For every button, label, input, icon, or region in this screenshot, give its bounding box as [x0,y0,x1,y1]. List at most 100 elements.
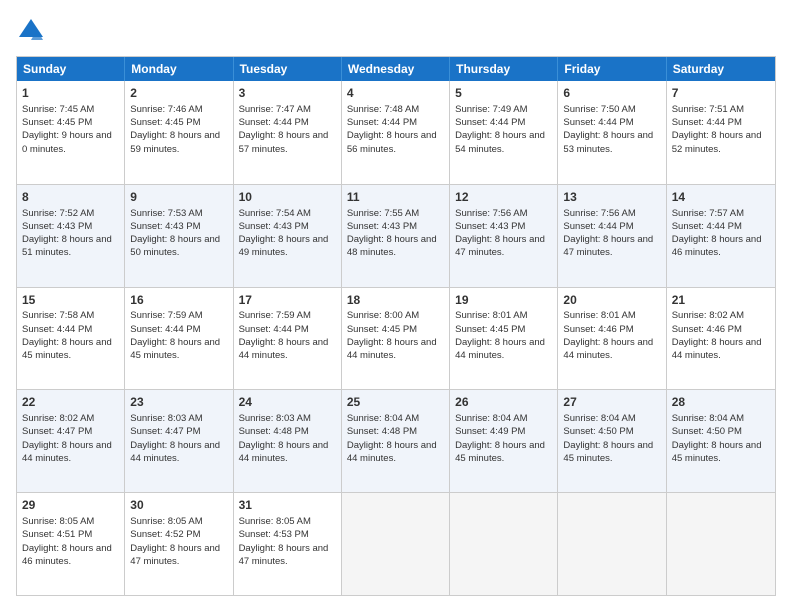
sunrise-label: Sunrise: 7:52 AM [22,208,94,219]
day-cell-30: 30 Sunrise: 8:05 AM Sunset: 4:52 PM Dayl… [125,493,233,595]
sunrise-label: Sunrise: 7:53 AM [130,208,202,219]
day-cell-18: 18 Sunrise: 8:00 AM Sunset: 4:45 PM Dayl… [342,288,450,390]
day-cell-1: 1 Sunrise: 7:45 AM Sunset: 4:45 PM Dayli… [17,81,125,184]
sunrise-label: Sunrise: 8:01 AM [455,310,527,321]
sunset-label: Sunset: 4:46 PM [563,324,633,335]
day-header-wednesday: Wednesday [342,57,450,81]
empty-cell [342,493,450,595]
sunrise-label: Sunrise: 7:56 AM [455,208,527,219]
sunrise-label: Sunrise: 7:49 AM [455,104,527,115]
empty-cell [450,493,558,595]
sunrise-label: Sunrise: 8:04 AM [455,413,527,424]
sunrise-label: Sunrise: 7:58 AM [22,310,94,321]
sunset-label: Sunset: 4:44 PM [563,221,633,232]
sunrise-label: Sunrise: 8:03 AM [130,413,202,424]
calendar-header: SundayMondayTuesdayWednesdayThursdayFrid… [17,57,775,81]
daylight-label: Daylight: 8 hours and 44 minutes. [22,440,112,464]
day-number: 4 [347,85,444,102]
day-number: 13 [563,189,660,206]
day-number: 10 [239,189,336,206]
sunset-label: Sunset: 4:50 PM [563,426,633,437]
day-header-saturday: Saturday [667,57,775,81]
sunset-label: Sunset: 4:44 PM [130,324,200,335]
sunset-label: Sunset: 4:43 PM [130,221,200,232]
day-header-thursday: Thursday [450,57,558,81]
daylight-label: Daylight: 8 hours and 44 minutes. [563,337,653,361]
day-number: 5 [455,85,552,102]
daylight-label: Daylight: 9 hours and 0 minutes. [22,130,112,154]
sunrise-label: Sunrise: 8:01 AM [563,310,635,321]
sunset-label: Sunset: 4:44 PM [22,324,92,335]
day-cell-25: 25 Sunrise: 8:04 AM Sunset: 4:48 PM Dayl… [342,390,450,492]
logo-icon [16,16,46,46]
daylight-label: Daylight: 8 hours and 44 minutes. [130,440,220,464]
day-number: 3 [239,85,336,102]
sunset-label: Sunset: 4:47 PM [130,426,200,437]
sunset-label: Sunset: 4:46 PM [672,324,742,335]
sunset-label: Sunset: 4:43 PM [239,221,309,232]
sunset-label: Sunset: 4:43 PM [347,221,417,232]
day-number: 2 [130,85,227,102]
day-header-sunday: Sunday [17,57,125,81]
day-header-friday: Friday [558,57,666,81]
sunset-label: Sunset: 4:47 PM [22,426,92,437]
day-header-tuesday: Tuesday [234,57,342,81]
sunset-label: Sunset: 4:53 PM [239,529,309,540]
sunset-label: Sunset: 4:44 PM [347,117,417,128]
day-cell-9: 9 Sunrise: 7:53 AM Sunset: 4:43 PM Dayli… [125,185,233,287]
daylight-label: Daylight: 8 hours and 47 minutes. [239,543,329,567]
calendar-row-1: 1 Sunrise: 7:45 AM Sunset: 4:45 PM Dayli… [17,81,775,184]
daylight-label: Daylight: 8 hours and 44 minutes. [239,440,329,464]
day-cell-27: 27 Sunrise: 8:04 AM Sunset: 4:50 PM Dayl… [558,390,666,492]
sunrise-label: Sunrise: 7:51 AM [672,104,744,115]
daylight-label: Daylight: 8 hours and 53 minutes. [563,130,653,154]
day-cell-10: 10 Sunrise: 7:54 AM Sunset: 4:43 PM Dayl… [234,185,342,287]
calendar-row-3: 15 Sunrise: 7:58 AM Sunset: 4:44 PM Dayl… [17,287,775,390]
sunset-label: Sunset: 4:50 PM [672,426,742,437]
sunset-label: Sunset: 4:43 PM [455,221,525,232]
day-cell-29: 29 Sunrise: 8:05 AM Sunset: 4:51 PM Dayl… [17,493,125,595]
sunrise-label: Sunrise: 7:55 AM [347,208,419,219]
day-number: 19 [455,292,552,309]
day-number: 22 [22,394,119,411]
day-number: 6 [563,85,660,102]
day-cell-7: 7 Sunrise: 7:51 AM Sunset: 4:44 PM Dayli… [667,81,775,184]
sunrise-label: Sunrise: 8:05 AM [239,516,311,527]
day-cell-11: 11 Sunrise: 7:55 AM Sunset: 4:43 PM Dayl… [342,185,450,287]
sunset-label: Sunset: 4:45 PM [130,117,200,128]
day-cell-15: 15 Sunrise: 7:58 AM Sunset: 4:44 PM Dayl… [17,288,125,390]
day-cell-8: 8 Sunrise: 7:52 AM Sunset: 4:43 PM Dayli… [17,185,125,287]
day-number: 11 [347,189,444,206]
day-number: 9 [130,189,227,206]
day-number: 25 [347,394,444,411]
empty-cell [558,493,666,595]
day-number: 21 [672,292,770,309]
sunset-label: Sunset: 4:45 PM [347,324,417,335]
daylight-label: Daylight: 8 hours and 45 minutes. [130,337,220,361]
daylight-label: Daylight: 8 hours and 45 minutes. [672,440,762,464]
daylight-label: Daylight: 8 hours and 59 minutes. [130,130,220,154]
day-number: 14 [672,189,770,206]
sunrise-label: Sunrise: 7:47 AM [239,104,311,115]
sunset-label: Sunset: 4:44 PM [239,117,309,128]
sunrise-label: Sunrise: 8:02 AM [22,413,94,424]
daylight-label: Daylight: 8 hours and 51 minutes. [22,234,112,258]
day-number: 18 [347,292,444,309]
sunrise-label: Sunrise: 7:54 AM [239,208,311,219]
sunrise-label: Sunrise: 7:46 AM [130,104,202,115]
day-cell-6: 6 Sunrise: 7:50 AM Sunset: 4:44 PM Dayli… [558,81,666,184]
daylight-label: Daylight: 8 hours and 44 minutes. [672,337,762,361]
day-cell-22: 22 Sunrise: 8:02 AM Sunset: 4:47 PM Dayl… [17,390,125,492]
daylight-label: Daylight: 8 hours and 44 minutes. [455,337,545,361]
sunrise-label: Sunrise: 8:00 AM [347,310,419,321]
sunrise-label: Sunrise: 7:59 AM [130,310,202,321]
day-number: 26 [455,394,552,411]
daylight-label: Daylight: 8 hours and 47 minutes. [455,234,545,258]
sunset-label: Sunset: 4:52 PM [130,529,200,540]
sunset-label: Sunset: 4:51 PM [22,529,92,540]
day-number: 20 [563,292,660,309]
daylight-label: Daylight: 8 hours and 57 minutes. [239,130,329,154]
day-number: 15 [22,292,119,309]
daylight-label: Daylight: 8 hours and 44 minutes. [239,337,329,361]
page: SundayMondayTuesdayWednesdayThursdayFrid… [0,0,792,612]
